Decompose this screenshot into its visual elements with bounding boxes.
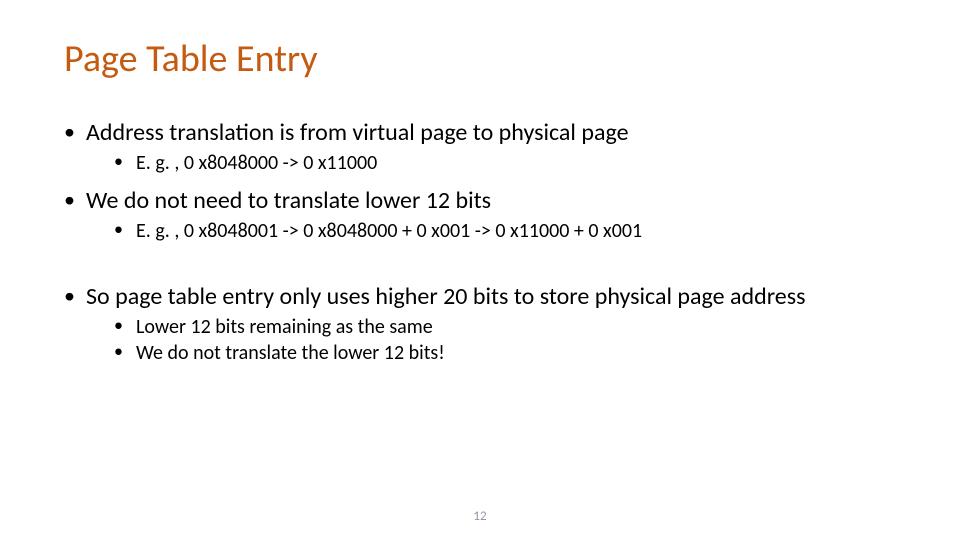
sub-bullet-text: E. g. , 0 x8048000 -> 0 x11000 [136, 151, 377, 175]
bullet-item: Address translation is from virtual page… [64, 118, 896, 176]
bullet-item: So page table entry only uses higher 20 … [64, 282, 896, 366]
bullet-list: Address translation is from virtual page… [64, 118, 896, 366]
bullet-item: We do not need to translate lower 12 bit… [64, 186, 896, 244]
slide-title: Page Table Entry [64, 36, 896, 82]
sub-bullet-text: Lower 12 bits remaining as the same [136, 315, 433, 339]
page-number: 12 [0, 509, 960, 524]
sub-bullet-text: We do not translate the lower 12 bits! [136, 341, 445, 365]
sub-bullet-item: Lower 12 bits remaining as the same [114, 314, 896, 340]
slide: Page Table Entry Address translation is … [0, 0, 960, 540]
sub-bullet-list: Lower 12 bits remaining as the same We d… [86, 314, 896, 366]
sub-bullet-item: We do not translate the lower 12 bits! [114, 340, 896, 366]
sub-bullet-list: E. g. , 0 x8048000 -> 0 x11000 [86, 150, 896, 176]
bullet-text: Address translation is from virtual page… [86, 118, 629, 147]
sub-bullet-text: E. g. , 0 x8048001 -> 0 x8048000 + 0 x00… [136, 219, 642, 243]
bullet-text: We do not need to translate lower 12 bit… [86, 186, 491, 215]
sub-bullet-list: E. g. , 0 x8048001 -> 0 x8048000 + 0 x00… [86, 218, 896, 244]
sub-bullet-item: E. g. , 0 x8048000 -> 0 x11000 [114, 150, 896, 176]
bullet-text: So page table entry only uses higher 20 … [86, 282, 805, 311]
sub-bullet-item: E. g. , 0 x8048001 -> 0 x8048000 + 0 x00… [114, 218, 896, 244]
